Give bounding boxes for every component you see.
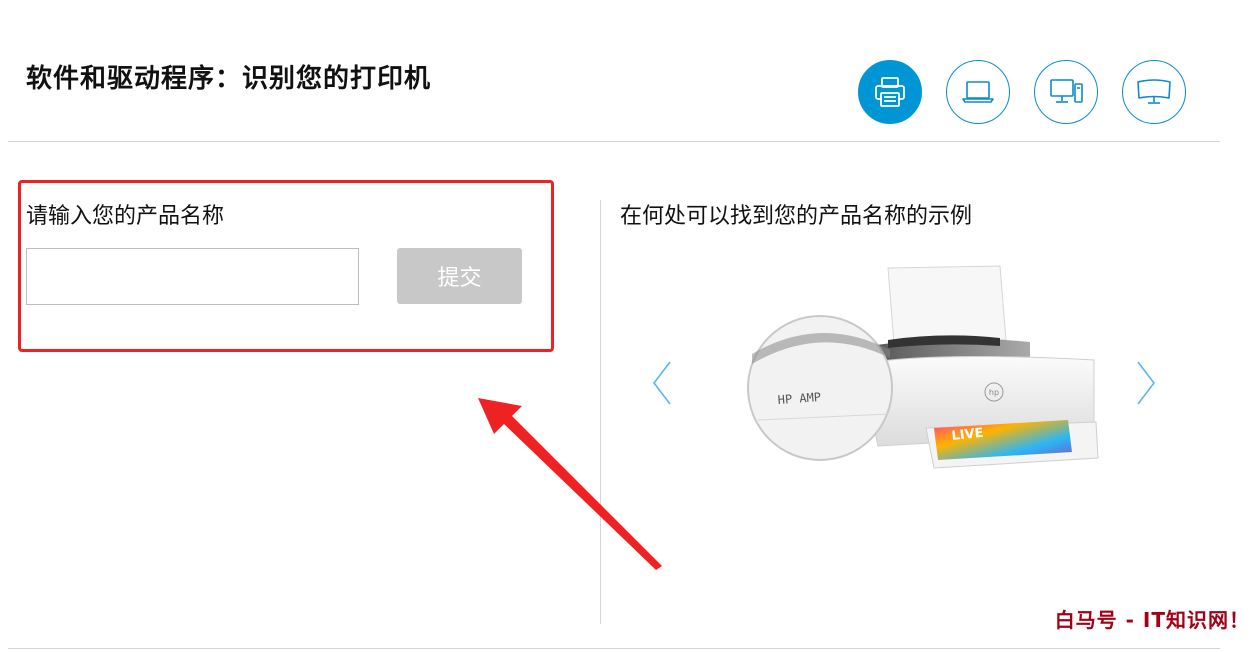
annotation-arrow <box>478 398 662 570</box>
printer-icon <box>875 77 905 107</box>
watermark: 白马号 - IT知识网！ <box>1054 608 1250 632</box>
page-title: 软件和驱动程序：识别您的打印机 <box>26 64 432 94</box>
product-name-input[interactable] <box>26 248 359 305</box>
tab-laptop[interactable] <box>946 60 1010 124</box>
product-name-label: 请输入您的产品名称 <box>26 204 225 229</box>
tab-monitor[interactable] <box>1122 60 1186 124</box>
tab-desktop[interactable] <box>1034 60 1098 124</box>
laptop-icon <box>962 81 994 103</box>
tab-printer[interactable] <box>858 60 922 124</box>
monitor-icon <box>1137 79 1171 104</box>
desktop-icon <box>1050 79 1083 103</box>
footer-divider <box>8 648 1220 649</box>
printer-example-image: hp LIVE HP AMP <box>747 265 1099 469</box>
device-type-tabs <box>858 60 1186 124</box>
example-title: 在何处可以找到您的产品名称的示例 <box>620 204 973 229</box>
chevron-right-icon[interactable] <box>1134 358 1158 408</box>
header-divider <box>8 141 1220 142</box>
svg-text:hp: hp <box>989 388 999 397</box>
submit-button[interactable]: 提交 <box>397 248 522 304</box>
